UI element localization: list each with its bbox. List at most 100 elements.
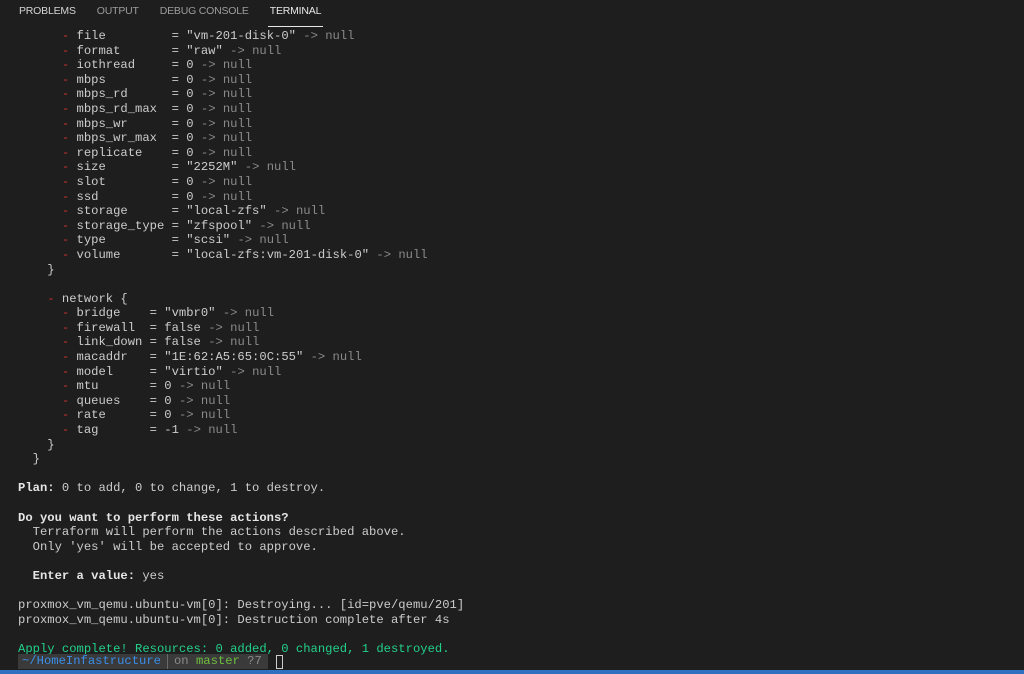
attribute-text: ssd = 0: [69, 189, 201, 204]
null-arrow: -> null: [244, 160, 296, 175]
null-arrow: -> null: [178, 408, 231, 423]
attribute-text: mbps_rd_max = 0: [69, 101, 201, 116]
attribute-text: firewall = false: [69, 320, 209, 335]
removed-marker: -: [47, 291, 55, 306]
null-arrow: -> null: [259, 218, 311, 233]
disk-attribute-line: - volume = "local-zfs:vm-201-disk-0" -> …: [18, 248, 1024, 263]
tab-output[interactable]: OUTPUT: [97, 0, 139, 25]
question-line: Do you want to perform these actions?: [18, 511, 1024, 526]
panel-tabs: PROBLEMS OUTPUT DEBUG CONSOLE TERMINAL: [0, 0, 1024, 27]
disk-attribute-line: - size = "2252M" -> null: [18, 160, 1024, 175]
prompt-git-segment: on master ?7: [167, 654, 268, 669]
terminal-output[interactable]: - file = "vm-201-disk-0" -> null - forma…: [18, 29, 1024, 657]
network-attribute-line: - rate = 0 -> null: [18, 408, 1024, 423]
question-detail-text: Only 'yes' will be accepted to approve.: [18, 539, 318, 554]
attribute-text: slot = 0: [69, 174, 201, 189]
attribute-text: format = "raw": [69, 43, 231, 58]
attribute-text: type = "scsi": [69, 233, 238, 248]
block-header: network {: [54, 291, 128, 306]
tab-problems[interactable]: PROBLEMS: [19, 0, 76, 25]
prompt-branch: master: [195, 654, 240, 668]
closing-brace: }: [18, 262, 55, 277]
null-arrow: -> null: [200, 101, 253, 116]
attribute-text: mbps_wr = 0: [69, 116, 201, 131]
null-arrow: -> null: [208, 320, 260, 335]
attribute-text: size = "2252M": [69, 160, 245, 175]
attribute-text: mbps = 0: [69, 72, 201, 87]
closing-brace: }: [18, 437, 55, 452]
null-arrow: -> null: [200, 174, 253, 189]
attribute-text: mtu = 0: [69, 379, 179, 394]
disk-attribute-line: - slot = 0 -> null: [18, 175, 1024, 190]
null-arrow: -> null: [230, 43, 282, 58]
null-arrow: -> null: [200, 72, 253, 87]
enter-value-line: Enter a value: yes: [18, 569, 1024, 584]
plan-summary: 0 to add, 0 to change, 1 to destroy.: [54, 481, 326, 496]
network-attribute-line: - link_down = false -> null: [18, 335, 1024, 350]
attribute-text: mbps_rd = 0: [69, 87, 201, 102]
disk-attribute-line: - mbps = 0 -> null: [18, 73, 1024, 88]
tab-debug-console[interactable]: DEBUG CONSOLE: [160, 0, 249, 25]
closing-brace: }: [18, 452, 40, 467]
disk-attribute-line: - mbps_wr_max = 0 -> null: [18, 131, 1024, 146]
null-arrow: -> null: [208, 335, 260, 350]
network-block-close: }: [18, 438, 1024, 453]
null-arrow: -> null: [200, 145, 253, 160]
null-arrow: -> null: [200, 58, 253, 73]
network-attribute-line: - bridge = "vmbr0" -> null: [18, 306, 1024, 321]
network-attribute-line: - model = "virtio" -> null: [18, 365, 1024, 380]
attribute-text: bridge = "vmbr0": [69, 306, 223, 321]
null-arrow: -> null: [200, 131, 253, 146]
null-arrow: -> null: [303, 29, 355, 43]
null-arrow: -> null: [200, 116, 253, 131]
null-arrow: -> null: [178, 393, 231, 408]
destroying-text: proxmox_vm_qemu.ubuntu-vm[0]: Destroying…: [18, 598, 465, 613]
question-detail-text: Terraform will perform the actions descr…: [18, 525, 406, 540]
terminal-cursor: [275, 654, 283, 669]
disk-attribute-line: - mbps_rd = 0 -> null: [18, 87, 1024, 102]
null-arrow: -> null: [200, 87, 253, 102]
disk-attribute-line: - storage_type = "zfspool" -> null: [18, 219, 1024, 234]
attribute-text: volume = "local-zfs:vm-201-disk-0": [69, 247, 377, 262]
question-detail: Only 'yes' will be accepted to approve.: [18, 540, 1024, 555]
null-arrow: -> null: [222, 306, 275, 321]
attribute-text: iothread = 0: [69, 58, 201, 73]
tab-terminal[interactable]: TERMINAL: [267, 0, 323, 27]
network-attribute-line: - firewall = false -> null: [18, 321, 1024, 336]
enter-label: Enter a value:: [18, 568, 136, 583]
null-arrow: -> null: [237, 233, 289, 248]
prompt-git-status: ?7: [247, 654, 262, 668]
destroyed-line: proxmox_vm_qemu.ubuntu-vm[0]: Destructio…: [18, 613, 1024, 628]
disk-attribute-line: - type = "scsi" -> null: [18, 233, 1024, 248]
question-text: Do you want to perform these actions?: [18, 510, 289, 525]
attribute-text: storage = "local-zfs": [69, 204, 275, 219]
disk-attribute-line: - storage = "local-zfs" -> null: [18, 204, 1024, 219]
null-arrow: -> null: [274, 204, 326, 219]
status-bar: [0, 670, 1024, 674]
attribute-text: mbps_wr_max = 0: [69, 131, 201, 146]
attribute-text: queues = 0: [69, 393, 179, 408]
shell-prompt[interactable]: ~/HomeInfastructure on master ?7: [18, 654, 283, 669]
